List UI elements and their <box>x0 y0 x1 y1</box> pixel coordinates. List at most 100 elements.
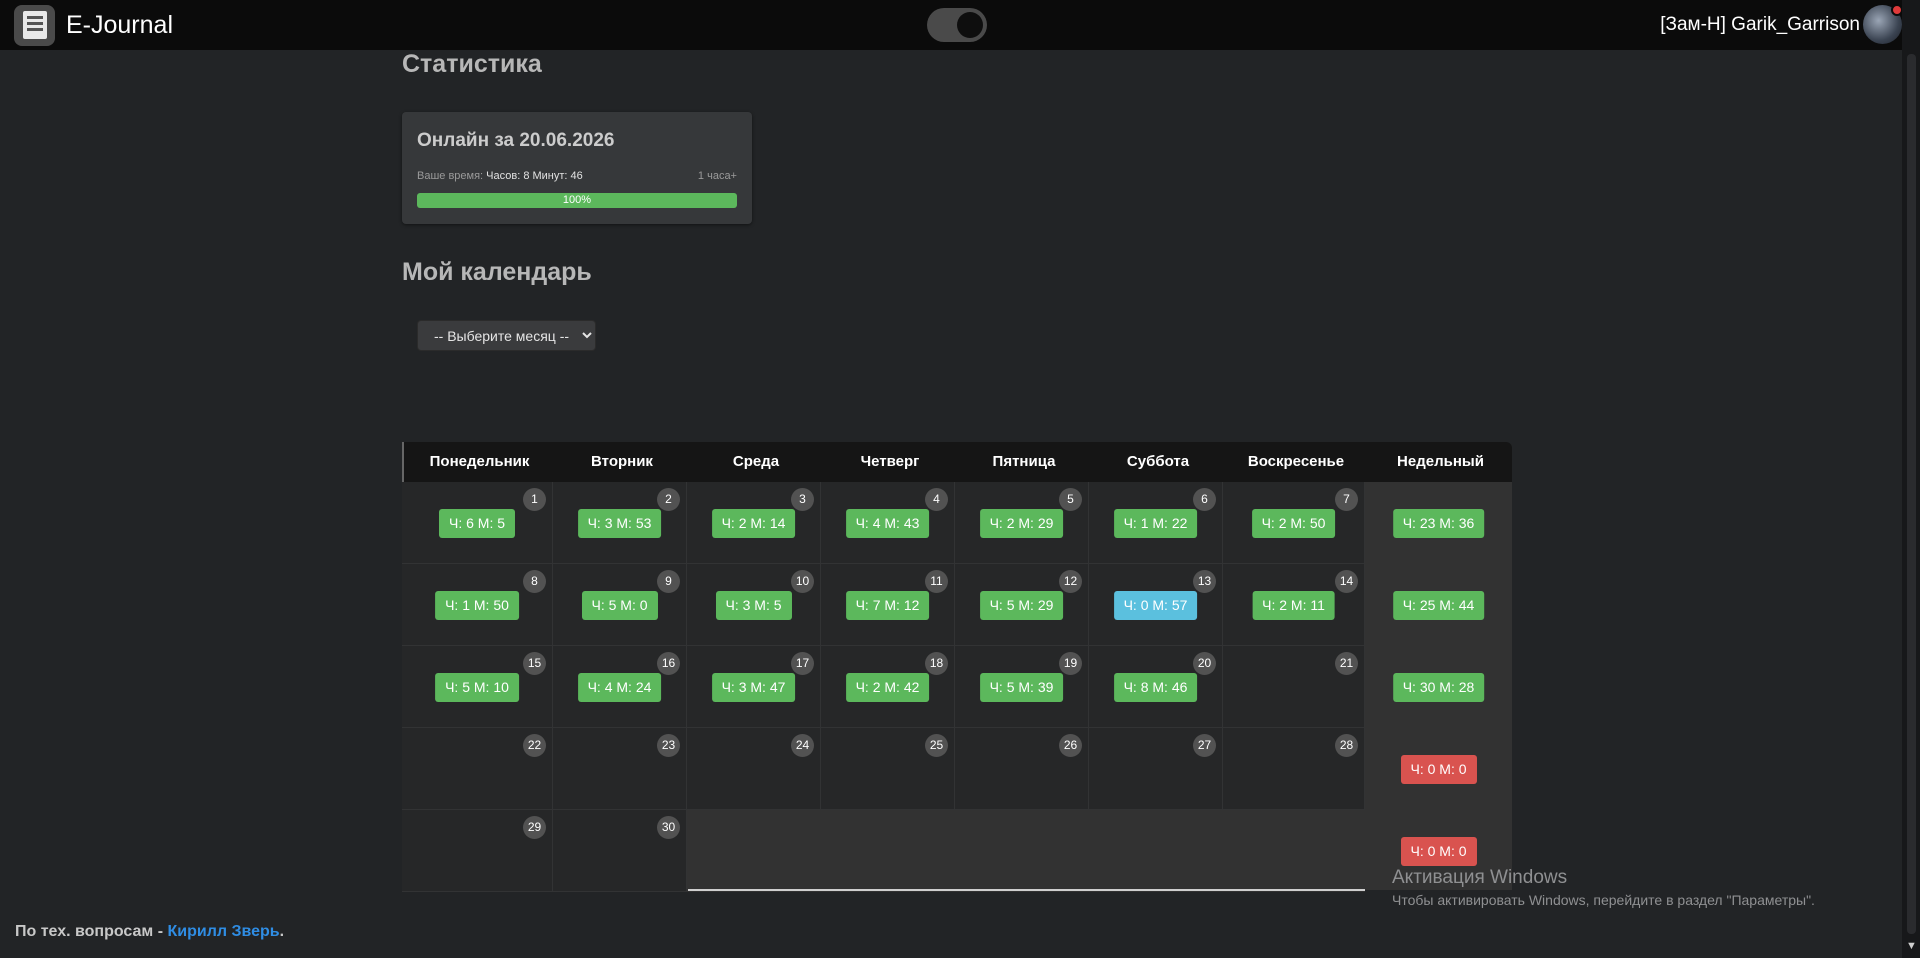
calendar-day-cell: 24 <box>687 728 821 810</box>
weekly-total-badge: Ч: 0 М: 0 <box>1400 837 1477 866</box>
calendar-day-cell: 7 Ч: 2 М: 50 <box>1223 482 1365 564</box>
day-time-badge: Ч: 2 М: 11 <box>1252 591 1335 620</box>
calendar-header-cell: Среда <box>732 453 780 470</box>
day-number: 17 <box>791 652 814 675</box>
activation-title: Активация Windows <box>1392 867 1568 888</box>
day-number: 9 <box>657 570 680 593</box>
weekly-total-badge: Ч: 25 М: 44 <box>1392 591 1485 620</box>
footer-suffix: . <box>279 923 285 940</box>
theme-toggle[interactable] <box>927 8 987 42</box>
calendar-day-cell: 19 Ч: 5 М: 39 <box>955 646 1089 728</box>
day-number: 7 <box>1335 488 1358 511</box>
weekly-total-cell: Ч: 0 М: 0 <box>1365 728 1512 810</box>
scroll-down-arrow-icon[interactable]: ▼ <box>1906 940 1917 952</box>
day-number: 21 <box>1335 652 1358 675</box>
calendar-day-cell: 23 <box>553 728 687 810</box>
calendar-day-cell: 30 <box>553 810 687 892</box>
day-time-badge: Ч: 1 М: 22 <box>1113 509 1198 538</box>
day-time-badge: Ч: 6 М: 5 <box>438 509 516 538</box>
day-number: 25 <box>925 734 948 757</box>
page-scrollbar[interactable]: ▼ <box>1902 0 1920 958</box>
calendar-header-cell: Недельный <box>1397 453 1484 470</box>
day-number: 4 <box>925 488 948 511</box>
day-number: 13 <box>1193 570 1216 593</box>
day-number: 1 <box>523 488 546 511</box>
day-number: 28 <box>1335 734 1358 757</box>
user-menu[interactable]: [Зам-Н] Garik_Garrison <box>1660 0 1860 50</box>
calendar-day-cell: 9 Ч: 5 М: 0 <box>553 564 687 646</box>
footer: По тех. вопросам - Кирилл Зверь. <box>15 923 284 941</box>
stats-heading: Статистика <box>402 50 542 78</box>
day-number: 19 <box>1059 652 1082 675</box>
day-time-badge: Ч: 2 М: 50 <box>1251 509 1336 538</box>
calendar-day-cell: 4 Ч: 4 М: 43 <box>821 482 955 564</box>
goal-label: 1 часа+ <box>697 170 737 182</box>
month-select[interactable]: -- Выберите месяц -- <box>417 320 596 351</box>
calendar-header-row: Понедельник Вторник Среда Четверг Пятница Суб… <box>402 442 1512 482</box>
support-contact-link[interactable]: Кирилл Зверь <box>167 923 279 940</box>
calendar-day-cell: 25 <box>821 728 955 810</box>
calendar-day-cell: 14 Ч: 2 М: 11 <box>1223 564 1365 646</box>
calendar-day-cell: 1 Ч: 6 М: 5 <box>402 482 553 564</box>
calendar-heading: Мой календарь <box>402 258 592 286</box>
calendar-day-cell: 2 Ч: 3 М: 53 <box>553 482 687 564</box>
day-number: 15 <box>523 652 546 675</box>
day-time-badge: Ч: 3 М: 47 <box>711 673 796 702</box>
time-value: Часов: 8 Минут: 46 <box>486 170 583 182</box>
calendar-header-cell: Воскресенье <box>1247 453 1345 470</box>
day-number: 29 <box>523 816 546 839</box>
calendar-day-cell: 29 <box>402 810 553 892</box>
journal-logo-icon <box>14 4 55 46</box>
calendar-day-cell: 22 <box>402 728 553 810</box>
day-time-badge: Ч: 8 М: 46 <box>1113 673 1198 702</box>
footer-prefix: По тех. вопросам - <box>15 923 168 940</box>
calendar-day-cell: 18 Ч: 2 М: 42 <box>821 646 955 728</box>
day-time-badge: Ч: 4 М: 24 <box>577 673 662 702</box>
day-time-badge: Ч: 5 М: 29 <box>979 591 1064 620</box>
calendar-empty-cell <box>687 810 1365 892</box>
calendar-day-cell: 12 Ч: 5 М: 29 <box>955 564 1089 646</box>
calendar-header-cell: Четверг <box>860 453 920 470</box>
day-time-badge: Ч: 0 М: 57 <box>1113 591 1198 620</box>
brand[interactable]: E-Journal <box>14 4 173 46</box>
calendar-day-cell: 10 Ч: 3 М: 5 <box>687 564 821 646</box>
day-number: 2 <box>657 488 680 511</box>
calendar-day-cell: 15 Ч: 5 М: 10 <box>402 646 553 728</box>
day-time-badge: Ч: 2 М: 42 <box>845 673 930 702</box>
day-number: 12 <box>1059 570 1082 593</box>
avatar[interactable] <box>1863 4 1903 44</box>
day-number: 16 <box>657 652 680 675</box>
calendar-day-cell: 28 <box>1223 728 1365 810</box>
day-number: 11 <box>925 570 948 593</box>
time-label: Ваше время: <box>417 170 484 182</box>
calendar-header-cell: Вторник <box>591 453 653 470</box>
brand-title: E-Journal <box>66 10 173 39</box>
day-number: 6 <box>1193 488 1216 511</box>
calendar-day-cell: 3 Ч: 2 М: 14 <box>687 482 821 564</box>
day-number: 20 <box>1193 652 1216 675</box>
day-time-badge: Ч: 1 М: 50 <box>435 591 519 620</box>
day-number: 27 <box>1193 734 1216 757</box>
progress-fill: 100% <box>417 193 737 208</box>
scrollbar-thumb[interactable] <box>1907 54 1916 934</box>
day-time-badge: Ч: 3 М: 53 <box>577 509 662 538</box>
day-number: 14 <box>1335 570 1358 593</box>
calendar-day-cell: 6 Ч: 1 М: 22 <box>1089 482 1223 564</box>
calendar-day-cell: 20 Ч: 8 М: 46 <box>1089 646 1223 728</box>
day-number: 18 <box>925 652 948 675</box>
calendar-day-cell: 8 Ч: 1 М: 50 <box>402 564 553 646</box>
toggle-knob <box>957 12 983 38</box>
calendar-day-cell: 21 <box>1223 646 1365 728</box>
day-time-badge: Ч: 4 М: 43 <box>845 509 930 538</box>
calendar-day-cell: 26 <box>955 728 1089 810</box>
weekly-total-badge: Ч: 0 М: 0 <box>1400 755 1477 784</box>
windows-activation-watermark: Активация Windows Чтобы активировать Win… <box>1392 867 1815 908</box>
calendar-divider <box>688 889 1365 891</box>
calendar-day-cell: 11 Ч: 7 М: 12 <box>821 564 955 646</box>
online-stat-card: Онлайн за 20.06.2026 Ваше время: Часов: … <box>402 112 752 224</box>
weekly-total-cell: Ч: 25 М: 44 <box>1365 564 1512 646</box>
day-time-badge: Ч: 5 М: 0 <box>581 591 658 620</box>
day-number: 8 <box>523 570 546 593</box>
day-number: 24 <box>791 734 814 757</box>
day-time-badge: Ч: 2 М: 14 <box>711 509 796 538</box>
